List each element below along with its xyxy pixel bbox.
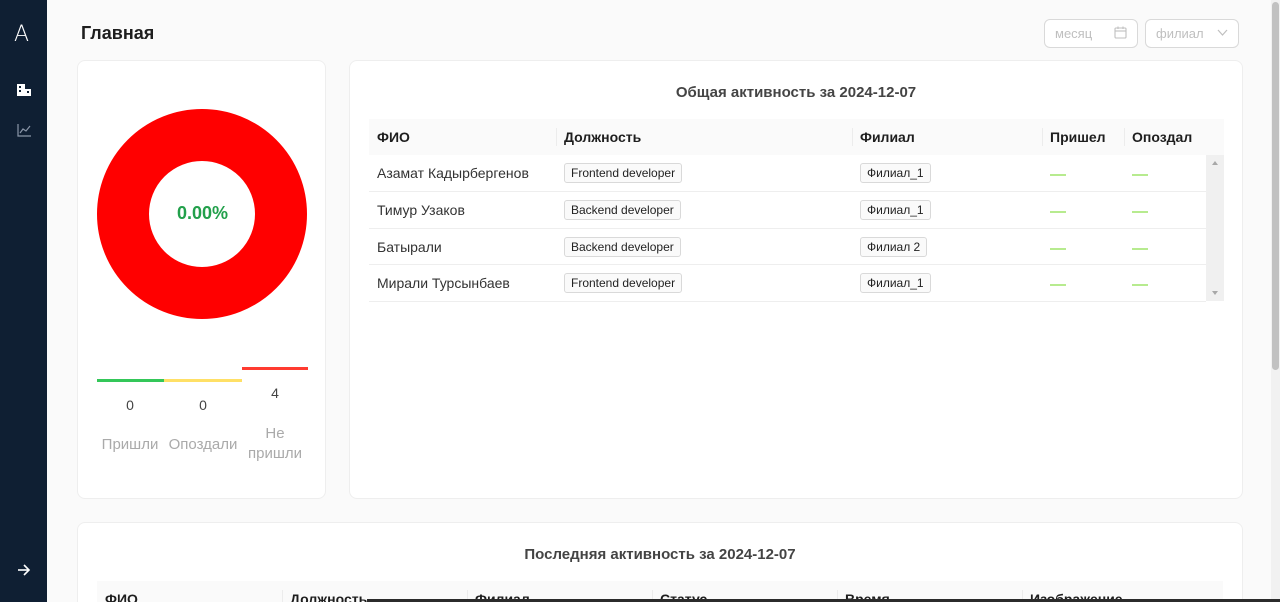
late-status: [1132, 211, 1148, 213]
came-label: Пришли: [101, 436, 159, 453]
employee-name: Мирали Турсынбаев: [377, 275, 510, 291]
activity-table-header: ФИО Должность Филиал Пришел Опоздал: [369, 119, 1224, 155]
activity-card: Общая активность за 2024-12-07 ФИО Должн…: [349, 60, 1243, 499]
last-activity-title: Последняя активность за 2024-12-07: [524, 546, 796, 563]
activity-title: Общая активность за 2024-12-07: [675, 84, 917, 101]
came-status: [1050, 174, 1066, 176]
table-row[interactable]: Батырали Backend developer Филиал 2: [369, 229, 1206, 265]
page-title: Главная: [81, 23, 155, 43]
chart-line-icon[interactable]: [14, 120, 34, 140]
col-position: Должность: [564, 129, 642, 145]
absent-label: Не пришли: [247, 425, 302, 462]
branch-tag: Филиал_1: [860, 200, 931, 220]
last-activity-card: Последняя активность за 2024-12-07 ФИО Д…: [77, 522, 1243, 602]
scroll-down-icon: [1212, 291, 1218, 295]
late-status: [1132, 174, 1148, 176]
sidebar: A: [0, 0, 47, 602]
came-count: 0: [126, 397, 134, 413]
header-divider: [282, 590, 283, 602]
page-scrollbar-thumb[interactable]: [1272, 2, 1279, 370]
col-came: Пришел: [1050, 129, 1106, 145]
table-row[interactable]: Азамат Кадырбергенов Frontend developer …: [369, 155, 1206, 192]
late-status: [1132, 247, 1148, 250]
came-status: [1050, 284, 1066, 286]
came-line: [97, 379, 164, 382]
branch-tag: Филиал_1: [860, 163, 931, 183]
late-line: [164, 379, 242, 382]
month-picker-placeholder: месяц: [1055, 26, 1093, 41]
late-label: Опоздали: [168, 436, 238, 453]
table-scrollbar[interactable]: [1206, 155, 1224, 301]
employee-name: Батырали: [377, 238, 442, 255]
calendar-icon: [1114, 26, 1127, 42]
col-position: Должность: [290, 591, 368, 602]
header-divider: [852, 128, 853, 146]
summary-card: 0.00% 0 0 4 Пришли Опоздали Не пришли: [77, 60, 326, 499]
absent-line: [242, 367, 308, 370]
col-name: ФИО: [105, 591, 138, 602]
page-scrollbar[interactable]: [1271, 0, 1280, 602]
late-status: [1132, 284, 1148, 286]
col-late: Опоздал: [1132, 129, 1193, 145]
absent-count: 4: [271, 385, 279, 401]
position-tag: Frontend developer: [564, 163, 683, 183]
employee-name: Азамат Кадырбергенов: [377, 165, 529, 181]
arrow-right-icon[interactable]: [14, 560, 34, 580]
chevron-down-icon: [1217, 26, 1228, 41]
position-tag: Backend developer: [564, 200, 681, 220]
header-divider: [1124, 128, 1125, 146]
employee-name: Тимур Узаков: [377, 202, 465, 218]
table-row[interactable]: Тимур Узаков Backend developer Филиал_1: [369, 192, 1206, 229]
month-picker[interactable]: месяц: [1044, 19, 1138, 48]
branch-select-placeholder: филиал: [1156, 26, 1204, 41]
col-branch: Филиал: [860, 129, 915, 145]
position-tag: Backend developer: [564, 236, 681, 257]
header-divider: [556, 128, 557, 146]
came-status: [1050, 211, 1066, 213]
late-count: 0: [199, 397, 207, 413]
branch-select[interactable]: филиал: [1145, 19, 1239, 48]
position-tag: Frontend developer: [564, 273, 683, 293]
branch-tag: Филиал_1: [860, 273, 931, 293]
scroll-up-icon: [1212, 161, 1218, 165]
header-divider: [1042, 128, 1043, 146]
table-row[interactable]: Мирали Турсынбаев Frontend developer Фил…: [369, 265, 1206, 302]
donut-percent: 0.00%: [176, 203, 229, 223]
col-name: ФИО: [377, 129, 410, 145]
branch-tag: Филиал 2: [860, 236, 928, 257]
app-logo: A: [14, 22, 30, 47]
came-status: [1050, 247, 1066, 250]
building-icon[interactable]: [14, 80, 34, 100]
